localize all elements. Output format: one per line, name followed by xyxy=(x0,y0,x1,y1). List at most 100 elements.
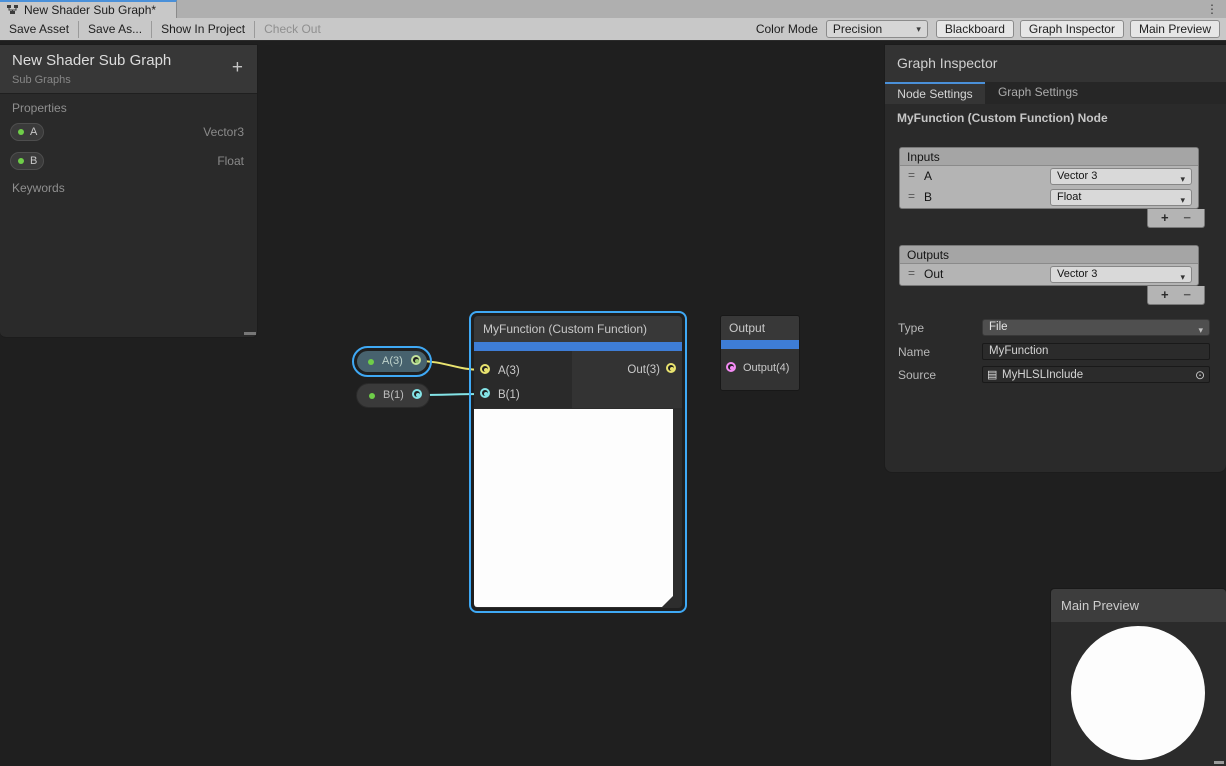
inspected-node-title: MyFunction (Custom Function) Node xyxy=(897,111,1108,125)
output-input-port[interactable] xyxy=(726,362,736,372)
exposed-dot-icon xyxy=(18,129,24,135)
script-asset-icon: ▤ xyxy=(987,368,997,381)
outputs-list: Outputs = Out Vector 3 ▾ xyxy=(899,245,1199,286)
graph-inspector-panel: Graph Inspector Node Settings Graph Sett… xyxy=(884,44,1226,473)
property-node-b-label: B(1) xyxy=(383,389,404,401)
more-options-icon[interactable]: ⋮ xyxy=(1206,0,1218,18)
output-port-out[interactable] xyxy=(666,363,676,373)
property-node-b[interactable]: B(1) xyxy=(356,383,430,408)
properties-section-label: Properties xyxy=(12,101,67,115)
blackboard-property-b[interactable]: B xyxy=(10,152,44,170)
tab-title: New Shader Sub Graph* xyxy=(24,3,156,17)
precision-accent-bar xyxy=(474,342,682,351)
property-node-a-body: A(3) xyxy=(357,351,427,372)
input-a-name: A xyxy=(924,169,932,183)
chevron-down-icon: ▾ xyxy=(916,24,921,35)
precision-accent-bar xyxy=(721,340,799,349)
main-preview-panel: Main Preview xyxy=(1050,588,1226,766)
inspector-tab-row: Node Settings Graph Settings xyxy=(885,82,1226,104)
graph-inspector-header[interactable]: Graph Inspector xyxy=(885,45,1226,82)
save-as-button[interactable]: Save As... xyxy=(79,18,151,41)
blackboard-toggle-button[interactable]: Blackboard xyxy=(936,20,1014,38)
type-dropdown[interactable]: File ▾ xyxy=(982,319,1210,336)
name-field[interactable]: MyFunction xyxy=(982,343,1210,360)
output-node-title: Output xyxy=(721,316,799,340)
source-field-label: Source xyxy=(898,368,936,382)
output-out-name: Out xyxy=(924,267,943,281)
drag-handle-icon[interactable]: = xyxy=(908,266,915,280)
source-object-field[interactable]: ▤ MyHLSLInclude ⊙ xyxy=(982,366,1210,383)
color-mode-dropdown[interactable]: Precision ▾ xyxy=(826,20,928,38)
blackboard-resize-handle[interactable] xyxy=(244,332,256,335)
color-mode-value: Precision xyxy=(833,22,916,36)
input-port-b[interactable] xyxy=(480,388,490,398)
color-mode-label: Color Mode xyxy=(750,22,826,36)
property-b-output-port[interactable] xyxy=(412,389,422,399)
keywords-section-label: Keywords xyxy=(12,181,65,195)
tab-node-settings[interactable]: Node Settings xyxy=(885,82,985,104)
inputs-list-footer: + − xyxy=(1147,209,1205,228)
chevron-down-icon: ▾ xyxy=(1180,270,1185,285)
exposed-dot-icon xyxy=(18,158,24,164)
input-b-name: B xyxy=(924,190,932,204)
preview-collapse-handle[interactable] xyxy=(662,596,673,607)
output-port-out-label: Out(3) xyxy=(627,364,660,376)
myfunction-node-title[interactable]: MyFunction (Custom Function) xyxy=(474,316,682,342)
property-node-a[interactable]: A(3) xyxy=(352,346,432,377)
myfunction-node[interactable]: MyFunction (Custom Function) A(3) B(1) O… xyxy=(469,311,687,613)
inputs-row-b[interactable]: = B Float ▾ xyxy=(900,187,1198,208)
add-input-button[interactable]: + xyxy=(1161,210,1169,225)
remove-output-button[interactable]: − xyxy=(1183,287,1191,302)
output-out-type-value: Vector 3 xyxy=(1057,268,1097,280)
property-a-output-port[interactable] xyxy=(411,355,421,365)
outputs-list-footer: + − xyxy=(1147,286,1205,305)
add-property-button[interactable]: + xyxy=(232,57,243,79)
outputs-list-header: Outputs xyxy=(900,246,1198,264)
myfunction-node-body: MyFunction (Custom Function) A(3) B(1) O… xyxy=(474,316,682,608)
outputs-row-out[interactable]: = Out Vector 3 ▾ xyxy=(900,264,1198,285)
input-port-a-label: A(3) xyxy=(498,365,520,377)
drag-handle-icon[interactable]: = xyxy=(908,168,915,182)
input-a-type-dropdown[interactable]: Vector 3 ▾ xyxy=(1050,168,1192,185)
drag-handle-icon[interactable]: = xyxy=(908,189,915,203)
object-picker-icon[interactable]: ⊙ xyxy=(1195,368,1205,382)
inputs-list-header: Inputs xyxy=(900,148,1198,166)
sub-graph-asset-icon xyxy=(6,4,19,16)
name-field-label: Name xyxy=(898,345,930,359)
chevron-down-icon: ▾ xyxy=(1180,193,1185,208)
add-output-button[interactable]: + xyxy=(1161,287,1169,302)
main-preview-toggle-button[interactable]: Main Preview xyxy=(1130,20,1220,38)
input-port-b-label: B(1) xyxy=(498,389,520,401)
blackboard-property-a-type: Vector3 xyxy=(203,125,244,139)
show-in-project-button[interactable]: Show In Project xyxy=(152,18,254,41)
graph-inspector-toggle-button[interactable]: Graph Inspector xyxy=(1020,20,1124,38)
remove-input-button[interactable]: − xyxy=(1183,210,1191,225)
blackboard-subtitle: Sub Graphs xyxy=(12,74,245,86)
myfunction-inputs-column xyxy=(474,351,572,408)
blackboard-panel: New Shader Sub Graph Sub Graphs + Proper… xyxy=(0,44,258,338)
shader-graph-window: New Shader Sub Graph* ⋮ Save Asset Save … xyxy=(0,0,1226,766)
tab-graph-settings[interactable]: Graph Settings xyxy=(985,82,1091,104)
input-a-type-value: Vector 3 xyxy=(1057,170,1097,182)
input-port-a[interactable] xyxy=(480,364,490,374)
blackboard-property-a[interactable]: A xyxy=(10,123,44,141)
blackboard-header[interactable]: New Shader Sub Graph Sub Graphs + xyxy=(0,45,257,94)
output-node[interactable]: Output Output(4) xyxy=(720,315,800,391)
input-b-type-value: Float xyxy=(1057,191,1081,203)
check-out-button: Check Out xyxy=(255,18,330,41)
output-out-type-dropdown[interactable]: Vector 3 ▾ xyxy=(1050,266,1192,283)
chevron-down-icon: ▾ xyxy=(1198,323,1203,338)
graph-inspector-title: Graph Inspector xyxy=(885,45,1226,71)
document-tab[interactable]: New Shader Sub Graph* xyxy=(0,0,177,18)
tab-bar: New Shader Sub Graph* ⋮ xyxy=(0,0,1226,18)
property-node-a-label: A(3) xyxy=(382,355,403,367)
inputs-row-a[interactable]: = A Vector 3 ▾ xyxy=(900,166,1198,187)
main-preview-body[interactable] xyxy=(1051,622,1226,766)
main-preview-resize-handle[interactable] xyxy=(1214,761,1224,764)
save-asset-button[interactable]: Save Asset xyxy=(0,18,78,41)
type-field-label: Type xyxy=(898,321,924,335)
chevron-down-icon: ▾ xyxy=(1180,172,1185,187)
input-b-type-dropdown[interactable]: Float ▾ xyxy=(1050,189,1192,206)
main-preview-header[interactable]: Main Preview xyxy=(1051,589,1226,622)
exposed-dot-icon xyxy=(369,393,375,399)
